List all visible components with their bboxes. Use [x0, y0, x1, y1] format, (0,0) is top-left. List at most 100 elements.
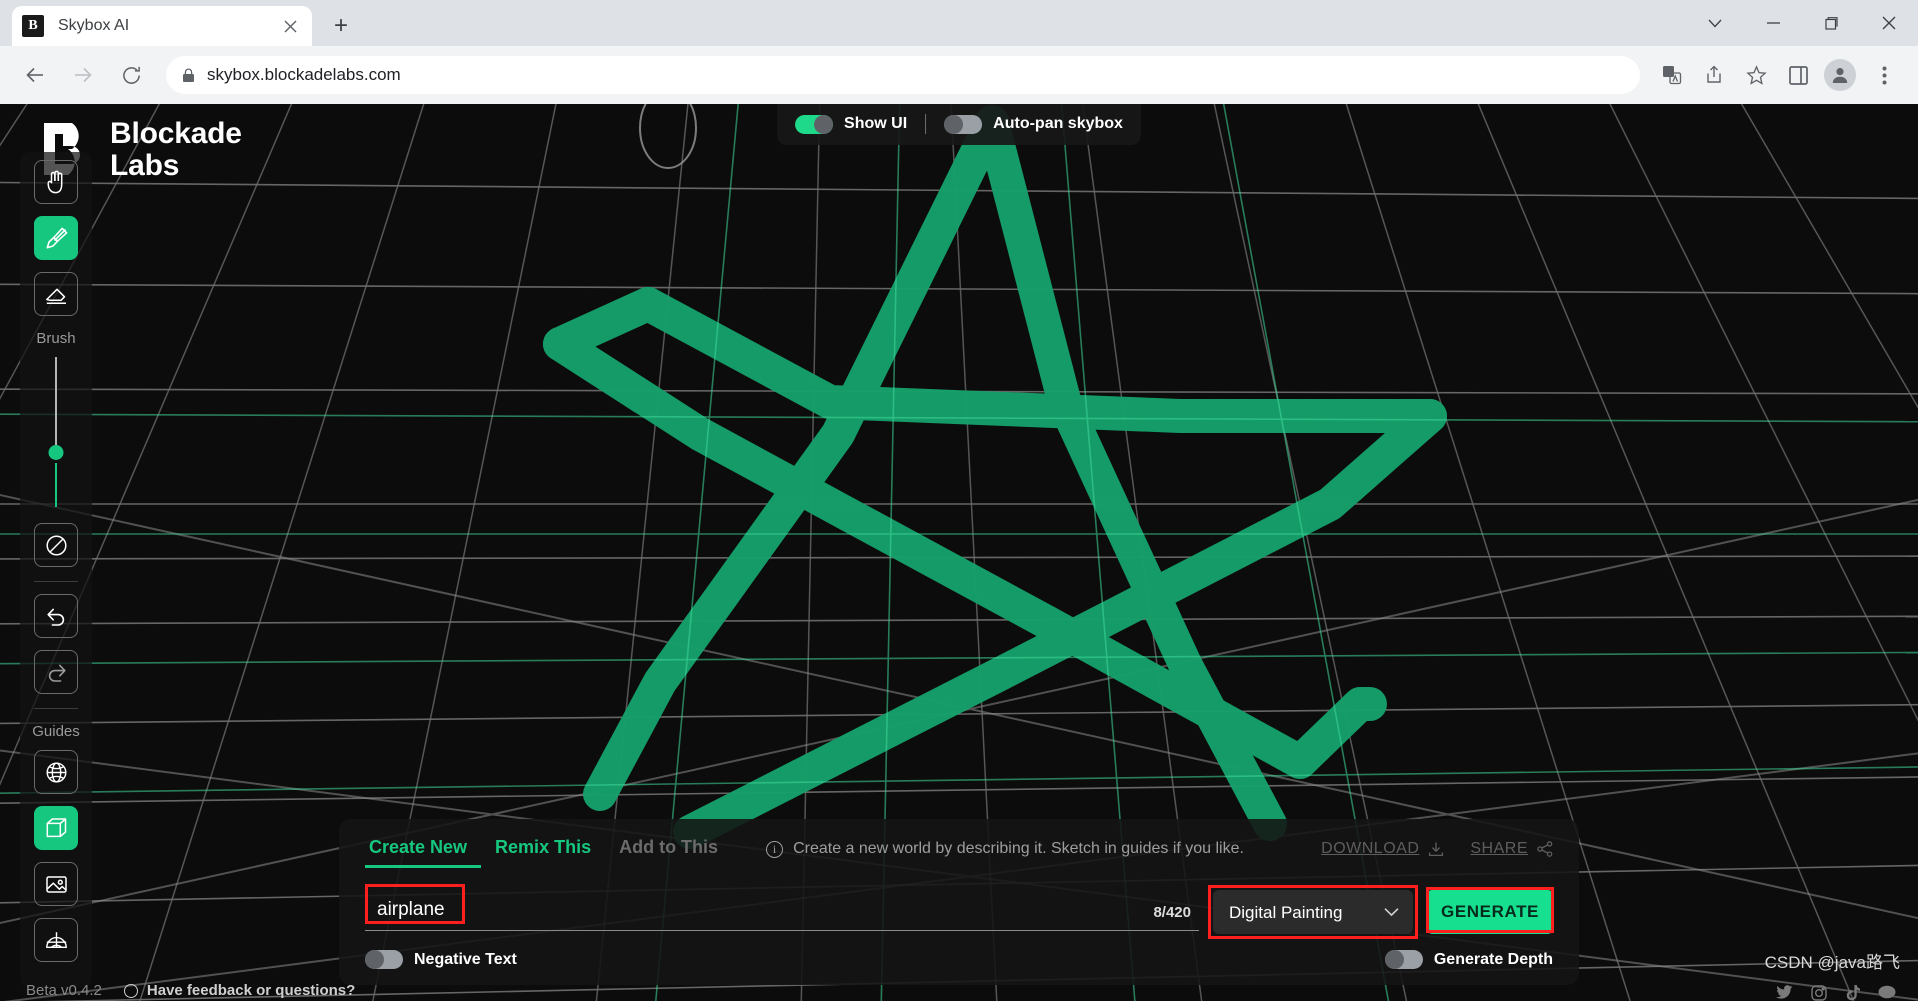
tiktok-icon[interactable]: [1845, 985, 1860, 1001]
address-bar[interactable]: skybox.blockadelabs.com: [166, 56, 1640, 94]
profile-avatar-icon[interactable]: [1824, 59, 1856, 91]
slider-track-upper: [55, 357, 57, 449]
prompt-panel: Create New Remix This Add to This i Crea…: [339, 819, 1579, 985]
browser-tab[interactable]: B Skybox AI: [12, 6, 312, 46]
prompt-tabs: Create New Remix This Add to This: [365, 837, 732, 868]
bookmark-star-icon[interactable]: [1736, 55, 1776, 95]
social-links: [1776, 985, 1896, 1001]
browser-toolbar-icons: G: [1650, 55, 1904, 95]
slider-handle[interactable]: [48, 445, 64, 460]
feedback-label: Have feedback or questions?: [146, 982, 356, 999]
chevron-down-icon[interactable]: [1686, 0, 1744, 46]
forward-arrow-icon[interactable]: [62, 54, 104, 96]
prompt-options: Negative Text Generate Depth: [365, 950, 1553, 969]
style-select-wrap: Digital Painting: [1208, 885, 1418, 939]
tab-title: Skybox AI: [58, 17, 130, 34]
feedback-link[interactable]: Have feedback or questions?: [123, 982, 356, 999]
more-menu-icon[interactable]: [1864, 55, 1904, 95]
auto-pan-toggle-row[interactable]: Auto-pan skybox: [944, 114, 1123, 134]
watermark: CSDN @java路飞: [1764, 953, 1900, 972]
negative-text-toggle-row[interactable]: Negative Text: [365, 950, 517, 969]
new-tab-button[interactable]: +: [324, 9, 358, 43]
slider-track-lower: [55, 463, 57, 507]
maximize-icon[interactable]: [1802, 0, 1860, 46]
browser-tab-bar: B Skybox AI +: [0, 0, 1918, 46]
toggle-knob: [814, 114, 834, 134]
download-label: DOWNLOAD: [1321, 840, 1420, 857]
brush-section-label: Brush: [36, 330, 76, 347]
guide-sphere[interactable]: [34, 750, 78, 794]
tab-close-icon[interactable]: [278, 14, 302, 38]
brand-name: Blockade Labs: [110, 117, 242, 183]
negative-text-label: Negative Text: [414, 950, 517, 968]
brush-size-slider[interactable]: [48, 357, 64, 507]
sidepanel-icon[interactable]: [1778, 55, 1818, 95]
tab-favicon-icon: B: [22, 15, 44, 37]
hand-tool[interactable]: [34, 160, 78, 204]
address-bar-url: skybox.blockadelabs.com: [207, 65, 401, 84]
browser-toolbar: skybox.blockadelabs.com G: [0, 46, 1918, 104]
prompt-controls: 8/420 Digital Painting GENERATE: [365, 884, 1554, 939]
guides-section-label: Guides: [32, 723, 80, 740]
toggle-knob: [944, 114, 964, 134]
show-ui-toggle[interactable]: [795, 114, 834, 134]
skybox-canvas[interactable]: Blockade Labs Show UI Auto-pan skybox Br…: [0, 104, 1918, 1001]
download-icon: [1428, 841, 1444, 857]
generate-depth-label: Generate Depth: [1433, 950, 1553, 968]
guide-image[interactable]: [34, 862, 78, 906]
app-footer: Beta v0.4.2 Have feedback or questions?: [26, 982, 355, 999]
download-button[interactable]: DOWNLOAD: [1321, 840, 1444, 858]
twitter-icon[interactable]: [1776, 985, 1793, 1001]
svg-text:G: G: [1665, 68, 1671, 77]
left-toolbar: Brush Guides: [20, 152, 92, 988]
undo-button[interactable]: [34, 594, 78, 638]
minimize-icon[interactable]: [1744, 0, 1802, 46]
toggle-knob: [1384, 950, 1404, 969]
share-button[interactable]: SHARE: [1470, 840, 1553, 858]
prompt-hint: i Create a new world by describing it. S…: [766, 840, 1244, 865]
eraser-tool[interactable]: [34, 272, 78, 316]
auto-pan-label: Auto-pan skybox: [993, 115, 1123, 132]
generate-button[interactable]: GENERATE: [1427, 890, 1553, 934]
info-icon: i: [766, 840, 784, 858]
prompt-panel-header: Create New Remix This Add to This i Crea…: [365, 837, 1553, 868]
discord-icon[interactable]: [1878, 985, 1896, 1001]
toolbar-divider: [34, 708, 78, 709]
generate-depth-toggle-row[interactable]: Generate Depth: [1384, 950, 1553, 969]
prompt-input-wrap: 8/420: [365, 884, 1199, 931]
prompt-input[interactable]: [365, 893, 1199, 931]
share-nodes-icon: [1537, 841, 1553, 857]
window-controls: [1686, 0, 1918, 46]
lock-icon: [182, 68, 195, 83]
guide-cube[interactable]: [34, 806, 78, 850]
tab-create-new[interactable]: Create New: [365, 837, 482, 868]
toolbar-divider: [925, 114, 927, 134]
share-label: SHARE: [1470, 840, 1528, 857]
show-ui-label: Show UI: [844, 115, 908, 132]
tab-add-to-this[interactable]: Add to This: [605, 837, 732, 868]
generate-wrap: GENERATE: [1426, 887, 1554, 934]
tab-remix-this[interactable]: Remix This: [481, 837, 605, 868]
negative-text-toggle[interactable]: [365, 950, 403, 969]
auto-pan-toggle[interactable]: [944, 114, 983, 134]
toggle-knob: [365, 950, 384, 969]
back-arrow-icon[interactable]: [14, 54, 56, 96]
share-icon[interactable]: [1694, 55, 1734, 95]
reload-icon[interactable]: [110, 54, 152, 96]
brand-line2: Labs: [110, 149, 180, 183]
translate-icon[interactable]: G: [1652, 55, 1692, 95]
version-label: Beta v0.4.2: [26, 982, 102, 999]
panel-actions: DOWNLOAD SHARE: [1321, 840, 1553, 865]
guide-dome[interactable]: [34, 918, 78, 962]
instagram-icon[interactable]: [1811, 985, 1827, 1001]
show-ui-toggle-row[interactable]: Show UI: [795, 114, 908, 134]
prompt-hint-text: Create a new world by describing it. Ske…: [793, 840, 1244, 857]
window-close-icon[interactable]: [1860, 0, 1918, 46]
redo-button[interactable]: [34, 650, 78, 694]
clear-tool[interactable]: [34, 523, 78, 567]
generate-depth-toggle[interactable]: [1384, 950, 1423, 969]
toolbar-divider: [34, 581, 78, 582]
brand-line1: Blockade: [110, 117, 242, 150]
brush-tool[interactable]: [34, 216, 78, 260]
style-select[interactable]: Digital Painting: [1213, 890, 1413, 934]
